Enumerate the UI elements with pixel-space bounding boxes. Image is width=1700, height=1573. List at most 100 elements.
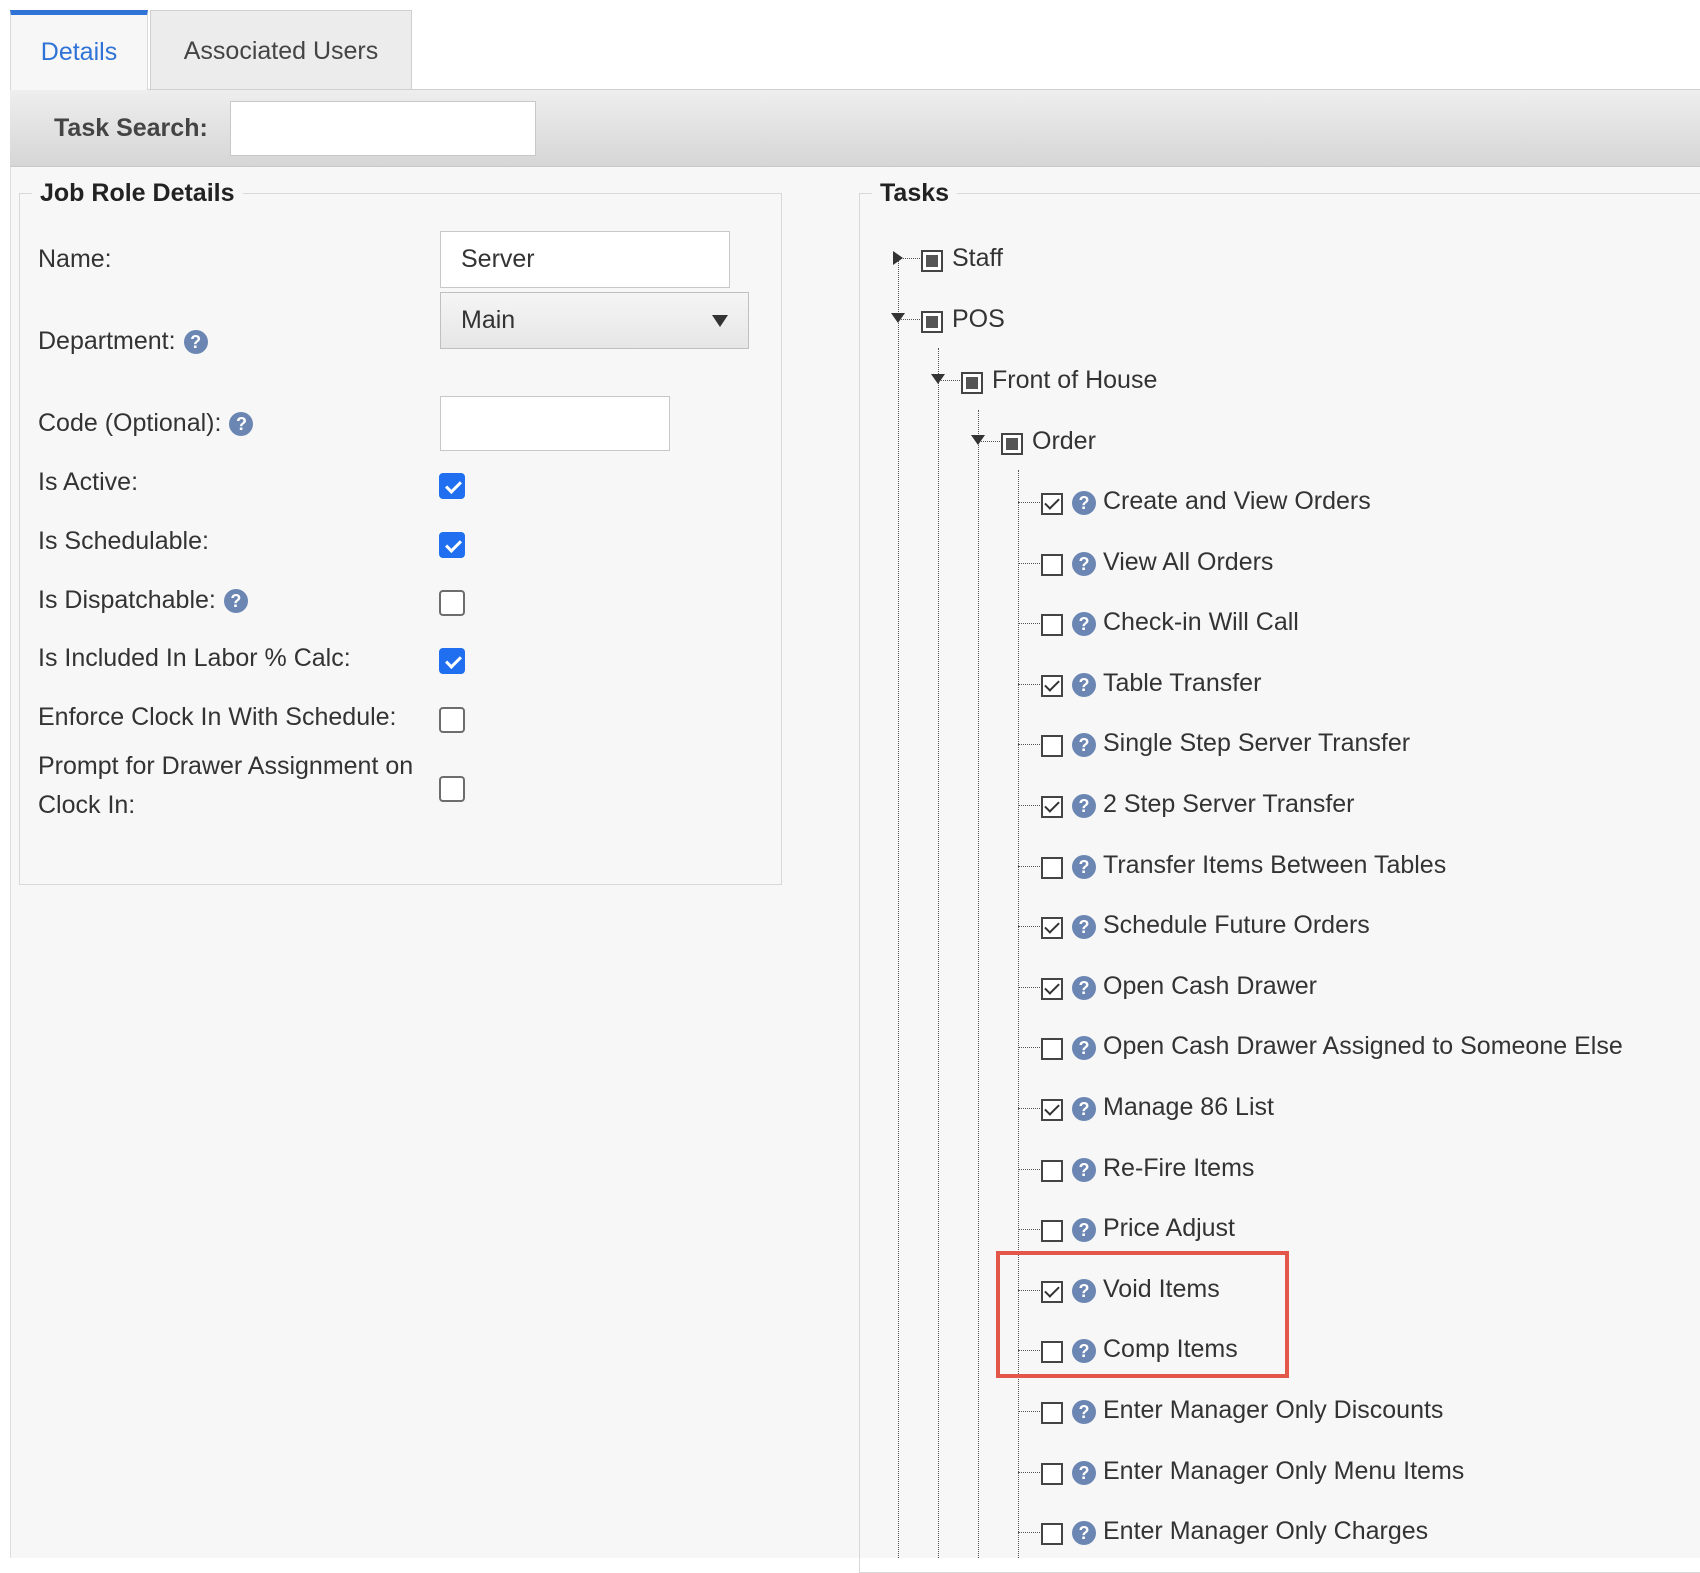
task-checkbox[interactable] — [1041, 1523, 1063, 1545]
labor-calc-label: Is Included In Labor % Calc: — [38, 644, 351, 672]
task-checkbox[interactable] — [1041, 1402, 1063, 1424]
node-checkbox-staff[interactable] — [921, 250, 943, 272]
task-checkbox[interactable] — [1041, 614, 1063, 636]
tree-line — [1018, 1229, 1040, 1230]
task-checkbox[interactable] — [1041, 796, 1063, 818]
expand-arrow-icon[interactable] — [893, 251, 903, 265]
task-checkbox[interactable] — [1041, 1099, 1063, 1121]
help-icon[interactable]: ? — [183, 330, 208, 355]
help-icon[interactable]: ? — [1072, 915, 1096, 939]
task-label[interactable]: Enter Manager Only Menu Items — [1103, 1456, 1464, 1486]
tree-line — [1018, 563, 1040, 564]
is-dispatchable-label-text: Is Dispatchable: — [38, 586, 216, 614]
tree-line — [938, 348, 939, 1558]
is-schedulable-label: Is Schedulable: — [38, 527, 209, 555]
node-staff[interactable]: Staff — [952, 243, 1003, 273]
help-icon[interactable]: ? — [1072, 855, 1096, 879]
node-checkbox-order[interactable] — [1001, 433, 1023, 455]
task-checkbox[interactable] — [1041, 1160, 1063, 1182]
collapse-arrow-icon[interactable] — [891, 313, 905, 323]
task-label[interactable]: Manage 86 List — [1103, 1092, 1274, 1122]
task-checkbox[interactable] — [1041, 735, 1063, 757]
tab-bar: Details Associated Users — [0, 0, 1700, 90]
department-selected-value: Main — [461, 306, 516, 334]
help-icon[interactable]: ? — [229, 412, 254, 437]
tree-line — [1018, 1169, 1040, 1170]
tab-associated-users[interactable]: Associated Users — [150, 10, 412, 90]
task-checkbox[interactable] — [1041, 978, 1063, 1000]
chevron-down-icon — [712, 315, 728, 327]
node-front-of-house[interactable]: Front of House — [992, 365, 1157, 395]
name-input[interactable] — [440, 231, 730, 288]
help-icon[interactable]: ? — [1072, 1036, 1096, 1060]
task-label[interactable]: Open Cash Drawer — [1103, 971, 1317, 1001]
is-schedulable-checkbox[interactable] — [439, 532, 465, 558]
node-order[interactable]: Order — [1032, 426, 1096, 456]
task-label[interactable]: Table Transfer — [1103, 668, 1261, 698]
task-search-bar: Task Search: — [10, 90, 1700, 167]
task-checkbox[interactable] — [1041, 857, 1063, 879]
help-icon[interactable]: ? — [1072, 1400, 1096, 1424]
task-label[interactable]: Transfer Items Between Tables — [1103, 850, 1446, 880]
tree-line — [1018, 502, 1040, 503]
code-input[interactable] — [440, 396, 670, 451]
is-active-label: Is Active: — [38, 468, 139, 496]
department-select[interactable]: Main — [440, 292, 749, 349]
node-checkbox-front-of-house[interactable] — [961, 372, 983, 394]
code-label: Code (Optional):? — [38, 404, 254, 443]
help-icon[interactable]: ? — [1072, 491, 1096, 515]
tree-line — [1018, 1047, 1040, 1048]
labor-calc-checkbox[interactable] — [439, 648, 465, 674]
prompt-drawer-checkbox[interactable] — [439, 776, 465, 802]
task-checkbox[interactable] — [1041, 554, 1063, 576]
task-label[interactable]: Enter Manager Only Discounts — [1103, 1395, 1443, 1425]
collapse-arrow-icon[interactable] — [971, 435, 985, 445]
help-icon[interactable]: ? — [1072, 794, 1096, 818]
help-icon[interactable]: ? — [1072, 1521, 1096, 1545]
node-pos[interactable]: POS — [952, 304, 1005, 334]
task-checkbox[interactable] — [1041, 1463, 1063, 1485]
task-label[interactable]: Re-Fire Items — [1103, 1153, 1254, 1183]
tasks-legend: Tasks — [872, 176, 958, 210]
task-label[interactable]: Price Adjust — [1103, 1213, 1235, 1243]
task-label[interactable]: View All Orders — [1103, 547, 1273, 577]
help-icon[interactable]: ? — [1072, 612, 1096, 636]
help-icon[interactable]: ? — [1072, 1158, 1096, 1182]
help-icon[interactable]: ? — [1072, 976, 1096, 1000]
task-search-label: Task Search: — [54, 114, 208, 142]
tree-line — [1018, 623, 1040, 624]
help-icon[interactable]: ? — [1072, 673, 1096, 697]
task-checkbox[interactable] — [1041, 917, 1063, 939]
help-icon[interactable]: ? — [223, 589, 248, 614]
task-label[interactable]: Check-in Will Call — [1103, 607, 1299, 637]
task-label[interactable]: Create and View Orders — [1103, 486, 1371, 516]
task-label[interactable]: Single Step Server Transfer — [1103, 728, 1410, 758]
enforce-clock-in-checkbox[interactable] — [439, 707, 465, 733]
task-label[interactable]: 2 Step Server Transfer — [1103, 789, 1355, 819]
tree-line — [1018, 1108, 1040, 1109]
help-icon[interactable]: ? — [1072, 1218, 1096, 1242]
prompt-drawer-label: Prompt for Drawer Assignment on Clock In… — [38, 752, 414, 819]
is-active-checkbox[interactable] — [439, 473, 465, 499]
task-checkbox[interactable] — [1041, 675, 1063, 697]
node-checkbox-pos[interactable] — [921, 311, 943, 333]
task-search-input[interactable] — [230, 101, 536, 156]
help-icon[interactable]: ? — [1072, 733, 1096, 757]
task-checkbox[interactable] — [1041, 1038, 1063, 1060]
task-checkbox[interactable] — [1041, 493, 1063, 515]
task-label[interactable]: Schedule Future Orders — [1103, 910, 1370, 940]
is-dispatchable-checkbox[interactable] — [439, 590, 465, 616]
task-label[interactable]: Open Cash Drawer Assigned to Someone Els… — [1103, 1031, 1623, 1061]
task-label[interactable]: Enter Manager Only Charges — [1103, 1516, 1428, 1546]
help-icon[interactable]: ? — [1072, 1461, 1096, 1485]
tree-line — [978, 410, 979, 1558]
tree-line — [1018, 1532, 1040, 1533]
tab-details[interactable]: Details — [10, 10, 148, 90]
highlight-box — [996, 1251, 1289, 1378]
help-icon[interactable]: ? — [1072, 1097, 1096, 1121]
tree-line — [898, 258, 899, 1558]
help-icon[interactable]: ? — [1072, 552, 1096, 576]
task-checkbox[interactable] — [1041, 1220, 1063, 1242]
tree-line — [1018, 987, 1040, 988]
collapse-arrow-icon[interactable] — [931, 374, 945, 384]
